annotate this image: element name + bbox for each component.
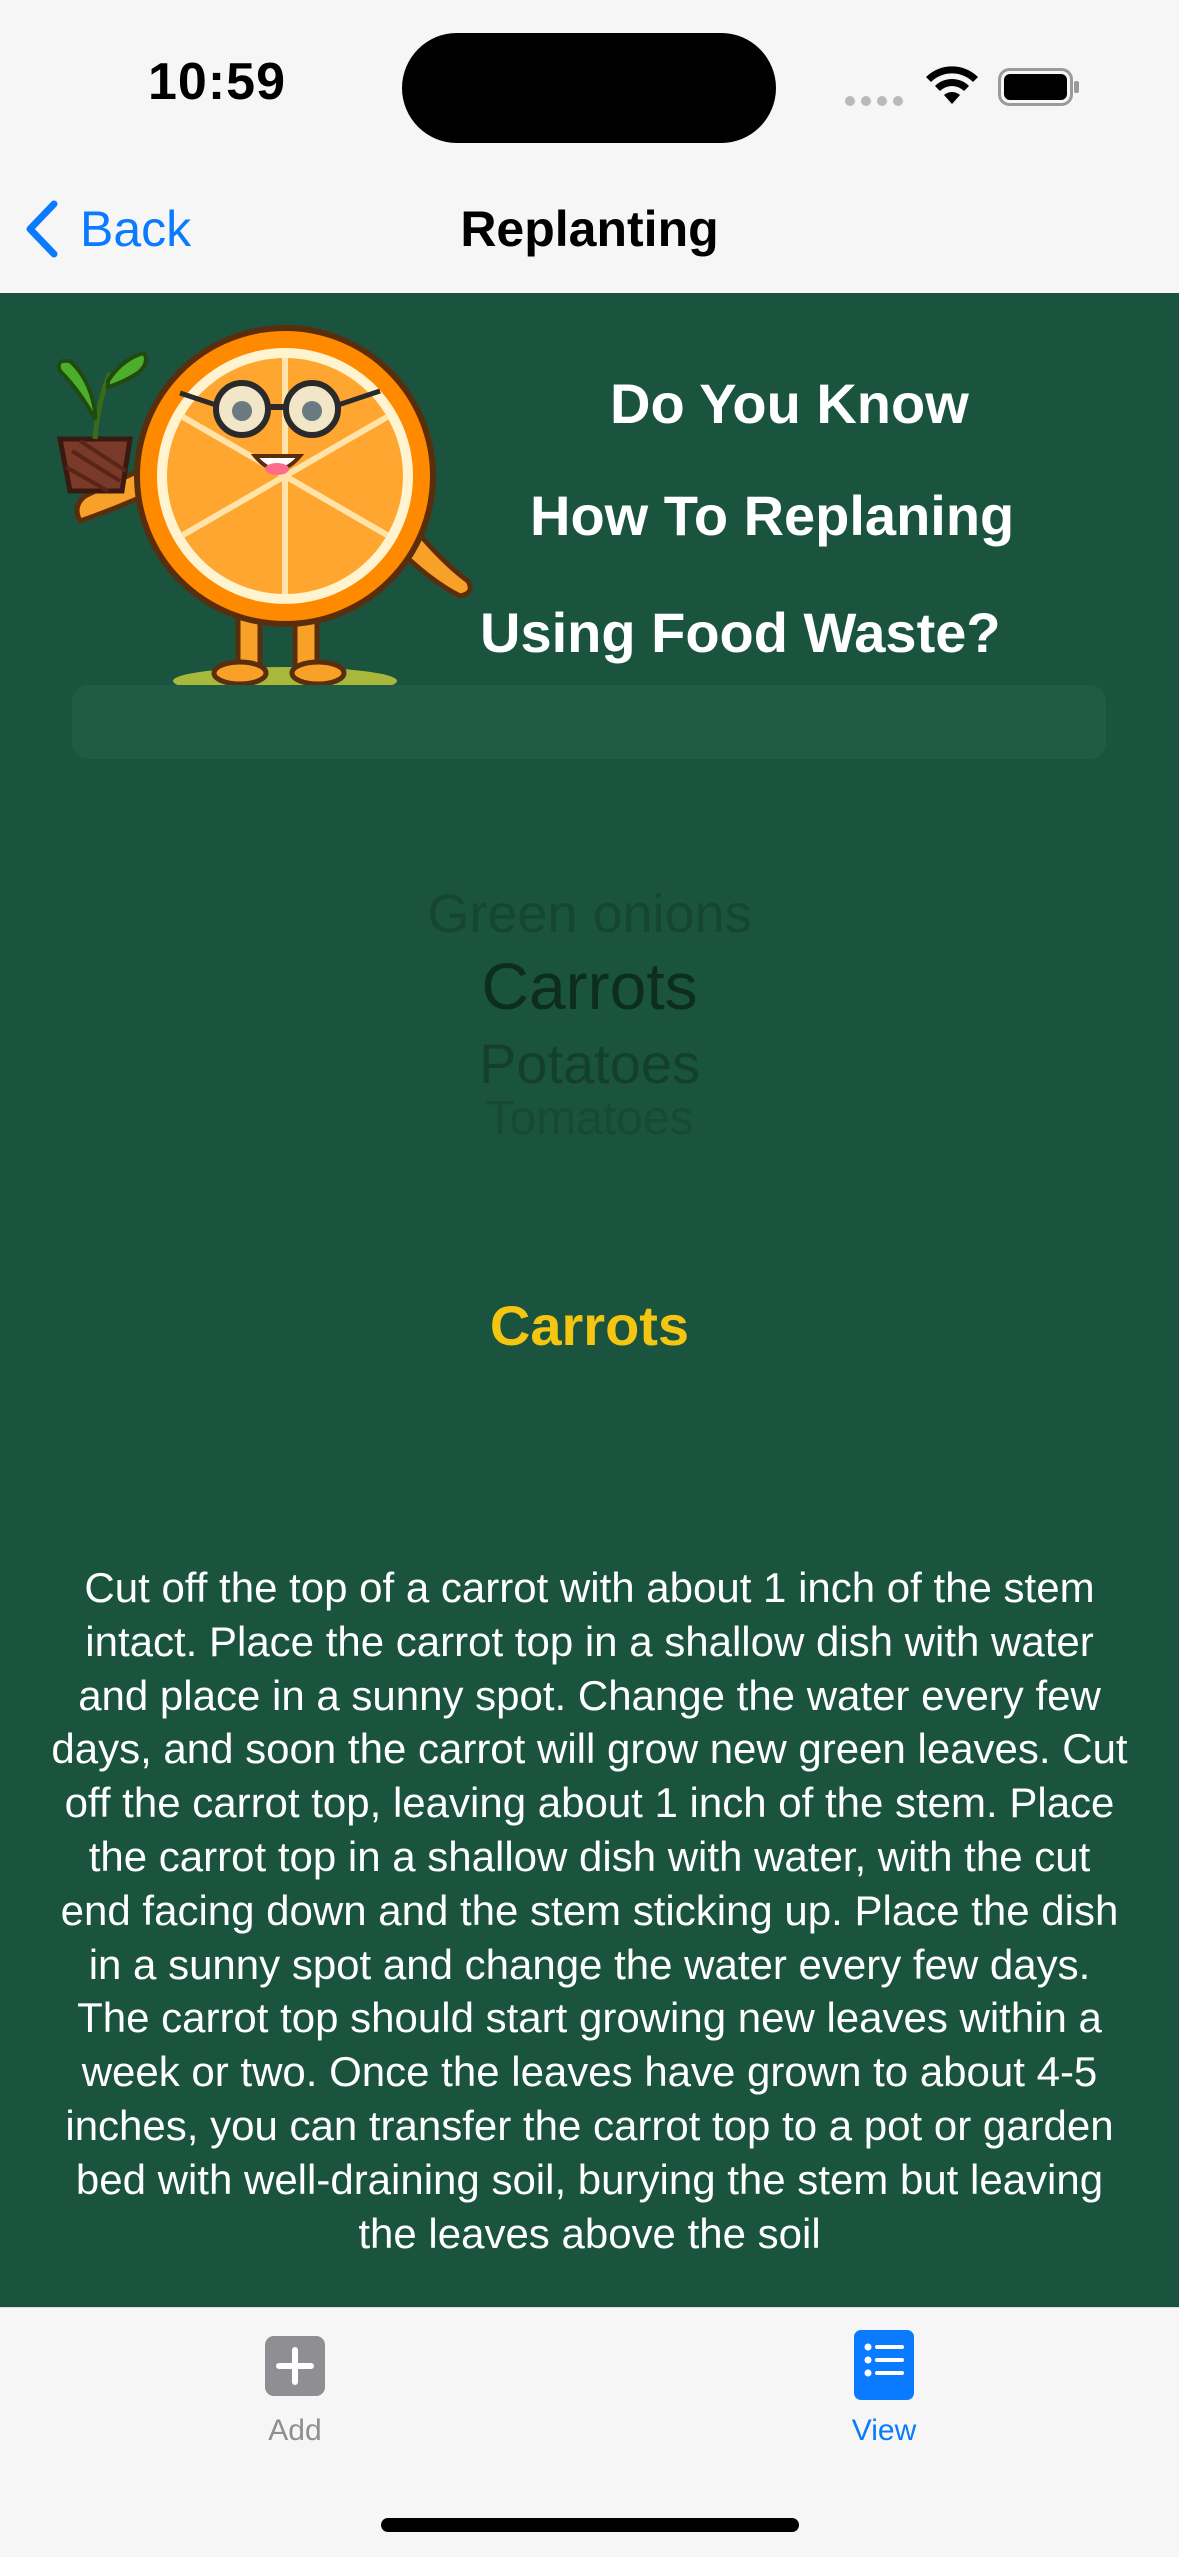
picker-item[interactable]: Potatoes: [0, 1031, 1179, 1096]
header-line-1: Do You Know: [610, 372, 969, 435]
plus-square-icon: [265, 2336, 325, 2396]
back-button[interactable]: Back: [22, 195, 191, 263]
orange-mascot-illustration: [56, 325, 473, 691]
dynamic-island: [402, 33, 776, 143]
header-line-3: Using Food Waste?: [480, 601, 1001, 664]
tab-view-label: View: [851, 2414, 917, 2447]
tab-view[interactable]: View: [784, 2328, 984, 2458]
picker-selection-highlight: [72, 685, 1106, 759]
main-content: Do You Know How To Replaning Using Food …: [0, 293, 1179, 2307]
tab-add-label: Add: [268, 2414, 322, 2447]
header-line-2: How To Replaning: [530, 484, 1015, 547]
list-icon: [854, 2330, 914, 2400]
selected-item-title: Carrots: [489, 1294, 690, 1357]
wifi-icon: [926, 66, 978, 104]
chevron-left-icon: [26, 200, 58, 258]
status-time: 10:59: [148, 53, 286, 111]
home-indicator: [381, 2518, 799, 2532]
picker-item[interactable]: Green onions: [0, 883, 1179, 945]
back-label: Back: [80, 201, 192, 257]
signal-dots-icon: [845, 96, 905, 108]
battery-icon: [998, 68, 1079, 106]
navigation-bar: Back Replanting: [0, 165, 1179, 294]
status-bar: 10:59: [0, 0, 1179, 165]
tab-bar: Add View: [0, 2307, 1179, 2557]
picker-item-selected[interactable]: Carrots: [0, 948, 1179, 1024]
instructions-text: Cut off the top of a carrot with about 1…: [51, 1564, 1128, 2257]
picker-item[interactable]: Tomatoes: [0, 1091, 1179, 1141]
tab-add[interactable]: Add: [195, 2328, 395, 2458]
